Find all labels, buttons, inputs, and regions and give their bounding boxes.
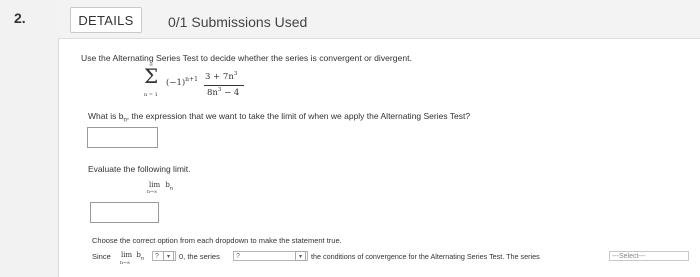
chevron-down-icon: ▾ [163, 251, 174, 261]
question-number: 2. [14, 10, 26, 26]
zero-series-text: 0, the series [179, 252, 220, 261]
evaluate-label: Evaluate the following limit. [88, 164, 191, 174]
satisfies-dropdown[interactable]: ? ▾ [233, 251, 308, 261]
fraction-denominator: 8n3 − 4 [207, 87, 239, 98]
conclusion-dropdown[interactable]: ---Select--- [609, 251, 689, 261]
fraction-bar [204, 85, 244, 86]
chevron-down-icon: ▾ [295, 251, 306, 261]
lim-word: lim [149, 181, 161, 189]
denominator-tail: − 4 [221, 87, 240, 98]
details-button[interactable]: DETAILS [70, 7, 142, 33]
sigma-symbol: Σ [144, 64, 159, 88]
sign-factor: (−1)n+1 [166, 76, 198, 88]
numerator-text: 3 + 7n [205, 71, 234, 82]
limit-answer-input[interactable] [90, 202, 159, 223]
conditions-text: the conditions of convergence for the Al… [311, 252, 540, 261]
bn-question-end: , the expression that we want to take th… [126, 111, 471, 121]
statement-limit: lim bn [121, 251, 144, 261]
submissions-status: 0/1 Submissions Used [168, 14, 308, 30]
question-prompt: Use the Alternating Series Test to decid… [81, 53, 412, 63]
statement-lim-word: lim [121, 251, 133, 259]
lim-b-subscript: n [169, 185, 174, 192]
question-number-column: 2. [0, 0, 59, 277]
bn-question-start: What is b [88, 111, 124, 121]
sign-factor-exponent: n+1 [185, 76, 198, 83]
sum-lower-limit: n = 1 [144, 92, 158, 98]
sign-factor-base: (−1) [166, 77, 186, 88]
satisfies-dropdown-value: ? [236, 252, 240, 260]
since-word: Since [92, 252, 111, 261]
fraction-numerator: 3 + 7n3 [205, 71, 237, 82]
comparison-dropdown-value: ? [155, 252, 159, 260]
denominator-text: 8n [207, 87, 218, 98]
comparison-dropdown[interactable]: ? ▾ [152, 251, 176, 261]
question-header [58, 0, 700, 39]
statement-limit-under: n→∞ [120, 261, 131, 266]
limit-under: n→∞ [147, 190, 158, 195]
bn-question: What is bn, the expression that we want … [88, 111, 470, 124]
dropdown-instruction: Choose the correct option from each drop… [92, 236, 342, 245]
conclusion-dropdown-value: ---Select--- [612, 252, 646, 260]
statement-lim-subscript: n [140, 255, 145, 262]
numerator-exponent: 3 [233, 71, 238, 77]
bn-answer-input[interactable] [87, 127, 158, 148]
